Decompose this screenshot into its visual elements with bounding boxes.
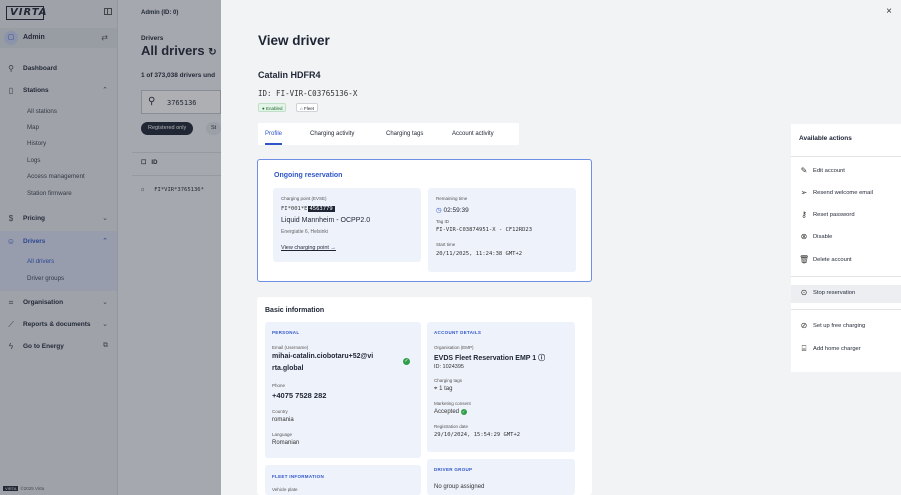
badge-fleet: ⌂ Fleet [296, 103, 318, 112]
actions-title: Available actions [799, 135, 852, 142]
divider [791, 276, 901, 277]
send-icon: ➢ [800, 188, 808, 197]
divider [791, 156, 901, 157]
disable-icon: ⊗ [800, 232, 808, 241]
divider [791, 309, 901, 310]
reservation-title: Ongoing reservation [274, 172, 343, 179]
marketing-label: Marketing consent [434, 401, 471, 406]
driver-group-panel: DRIVER GROUP No group assigned [427, 459, 575, 495]
cp-prefix: FI*001*E [281, 206, 308, 212]
driver-id: ID: FI-VIR-C03765136-X [258, 89, 358, 98]
org-label: Organisation (EMP) [434, 345, 474, 350]
language-value: Romanian [272, 440, 300, 446]
stop-reservation-action[interactable]: ⊙ Stop reservation [791, 285, 901, 303]
driver-name: Catalin HDFR4 [258, 70, 321, 80]
country-label: Country [272, 409, 288, 414]
phone-value: +4075 7528 282 [272, 391, 327, 400]
marketing-status: Accepted [434, 409, 460, 415]
tab-profile[interactable]: Profile [265, 123, 283, 145]
stop-icon: ⊙ [800, 288, 808, 297]
registration-value: 29/10/2024, 15:54:29 GMT+2 [434, 432, 521, 438]
start-value: 20/11/2025, 11:24:38 GMT+2 [436, 251, 523, 257]
home-charger-icon: ⌸ [801, 344, 807, 353]
registration-label: Registration date [434, 424, 469, 429]
org-value: EVDS Fleet Reservation EMP 1 ⓘ [434, 355, 546, 362]
marketing-value: Accepted ✓ [434, 409, 467, 415]
tag-icon: ⌖ [434, 386, 438, 392]
email-value-line2: rta.global [272, 365, 304, 372]
cp-highlight: 4563779 [307, 206, 335, 212]
org-id: ID: 1024395 [434, 364, 464, 370]
edit-account-action[interactable]: ✎ Edit account [791, 163, 901, 181]
timer-icon: ◷ [436, 207, 442, 214]
reset-password-action[interactable]: ⚷ Reset password [791, 207, 901, 225]
view-charging-point-link[interactable]: View charging point → [281, 245, 336, 251]
resend-welcome-email-action[interactable]: ➢ Resend welcome email [791, 185, 901, 203]
tab-account-activity[interactable]: Account activity [452, 123, 494, 145]
free-charging-icon: ⊘ [800, 321, 808, 330]
fleet-label: FLEET INFORMATION [272, 474, 325, 479]
action-label: Stop reservation [813, 290, 856, 296]
basic-info-title: Basic information [265, 307, 325, 314]
add-home-charger-action[interactable]: ⌸ Add home charger [791, 341, 901, 359]
reservation-details-panel: Remaining time ◷ 02:59:39 Tag ID FI-VIR-… [428, 188, 576, 272]
tab-charging-activity[interactable]: Charging activity [310, 123, 354, 145]
action-label: Edit account [813, 168, 845, 174]
set-up-free-charging-action[interactable]: ⊘ Set up free charging [791, 318, 901, 336]
tag-value: FI-VIR-C03874951-X - CF12RD23 [436, 227, 533, 233]
verified-icon: ✓ [403, 358, 410, 365]
account-details-label: ACCOUNT DETAILS [434, 330, 482, 335]
check-icon: ✓ [460, 409, 467, 415]
tab-charging-tags[interactable]: Charging tags [386, 123, 423, 145]
cp-name: Liquid Mannheim - OCPP2.0 [281, 217, 371, 224]
edit-icon: ✎ [800, 166, 808, 175]
tag-label: Tag ID [436, 219, 450, 224]
personal-label: PERSONAL [272, 330, 300, 335]
action-label: Reset password [813, 212, 855, 218]
tags-count: 1 tag [439, 386, 453, 392]
phone-label: Phone [272, 383, 286, 388]
cp-evse-id: FI*001*E 4563779 [281, 206, 335, 212]
tags-label: Charging tags [434, 378, 463, 383]
driver-group-value: No group assigned [434, 484, 485, 490]
action-label: Disable [813, 234, 833, 240]
email-value-line1: mihai-catalin.ciobotaru+52@vi [272, 353, 374, 360]
drawer-title: View driver [258, 33, 330, 48]
action-label: Set up free charging [813, 323, 866, 329]
ongoing-reservation-card: Ongoing reservation Charging point (EVSE… [257, 159, 592, 282]
cp-label: Charging point (EVSE) [281, 196, 327, 201]
personal-panel: PERSONAL Email (Username) mihai-catalin.… [265, 322, 421, 458]
remaining-time: 02:59:39 [443, 207, 469, 214]
email-label: Email (Username) [272, 345, 309, 350]
language-label: Language [272, 432, 293, 437]
action-label: Delete account [813, 257, 852, 263]
charging-point-panel: Charging point (EVSE) FI*001*E 4563779 Li… [273, 188, 421, 262]
trash-icon: 🗑 [799, 255, 810, 264]
driver-tabs: Profile Charging activity Charging tags … [258, 123, 519, 145]
action-label: Resend welcome email [813, 190, 873, 196]
delete-account-action[interactable]: 🗑 Delete account [791, 252, 901, 270]
close-icon[interactable]: × [886, 6, 892, 17]
action-label: Add home charger [813, 346, 861, 352]
country-value: romania [272, 417, 294, 423]
vehicle-label: Vehicle plate [272, 487, 298, 492]
start-label: Start time [436, 242, 456, 247]
tags-value: ⌖ 1 tag [434, 386, 452, 393]
status-badge-enabled: ● Enabled [258, 103, 287, 112]
remaining-label: Remaining time [436, 196, 468, 201]
basic-information-card: Basic information PERSONAL Email (Userna… [257, 297, 592, 495]
key-icon: ⚷ [801, 210, 807, 219]
available-actions-panel: Available actions ✎ Edit account ➢ Resen… [791, 124, 901, 372]
view-driver-drawer: × View driver Catalin HDFR4 ID: FI-VIR-C… [221, 0, 901, 495]
account-details-panel: ACCOUNT DETAILS Organisation (EMP) EVDS … [427, 322, 575, 452]
fleet-panel: FLEET INFORMATION Vehicle plate [265, 465, 421, 495]
driver-group-label: DRIVER GROUP [434, 467, 473, 472]
disable-action[interactable]: ⊗ Disable [791, 229, 901, 247]
cp-address: Energiatie 6, Helsinki [281, 229, 328, 235]
remaining-value: ◷ 02:59:39 [436, 206, 469, 214]
